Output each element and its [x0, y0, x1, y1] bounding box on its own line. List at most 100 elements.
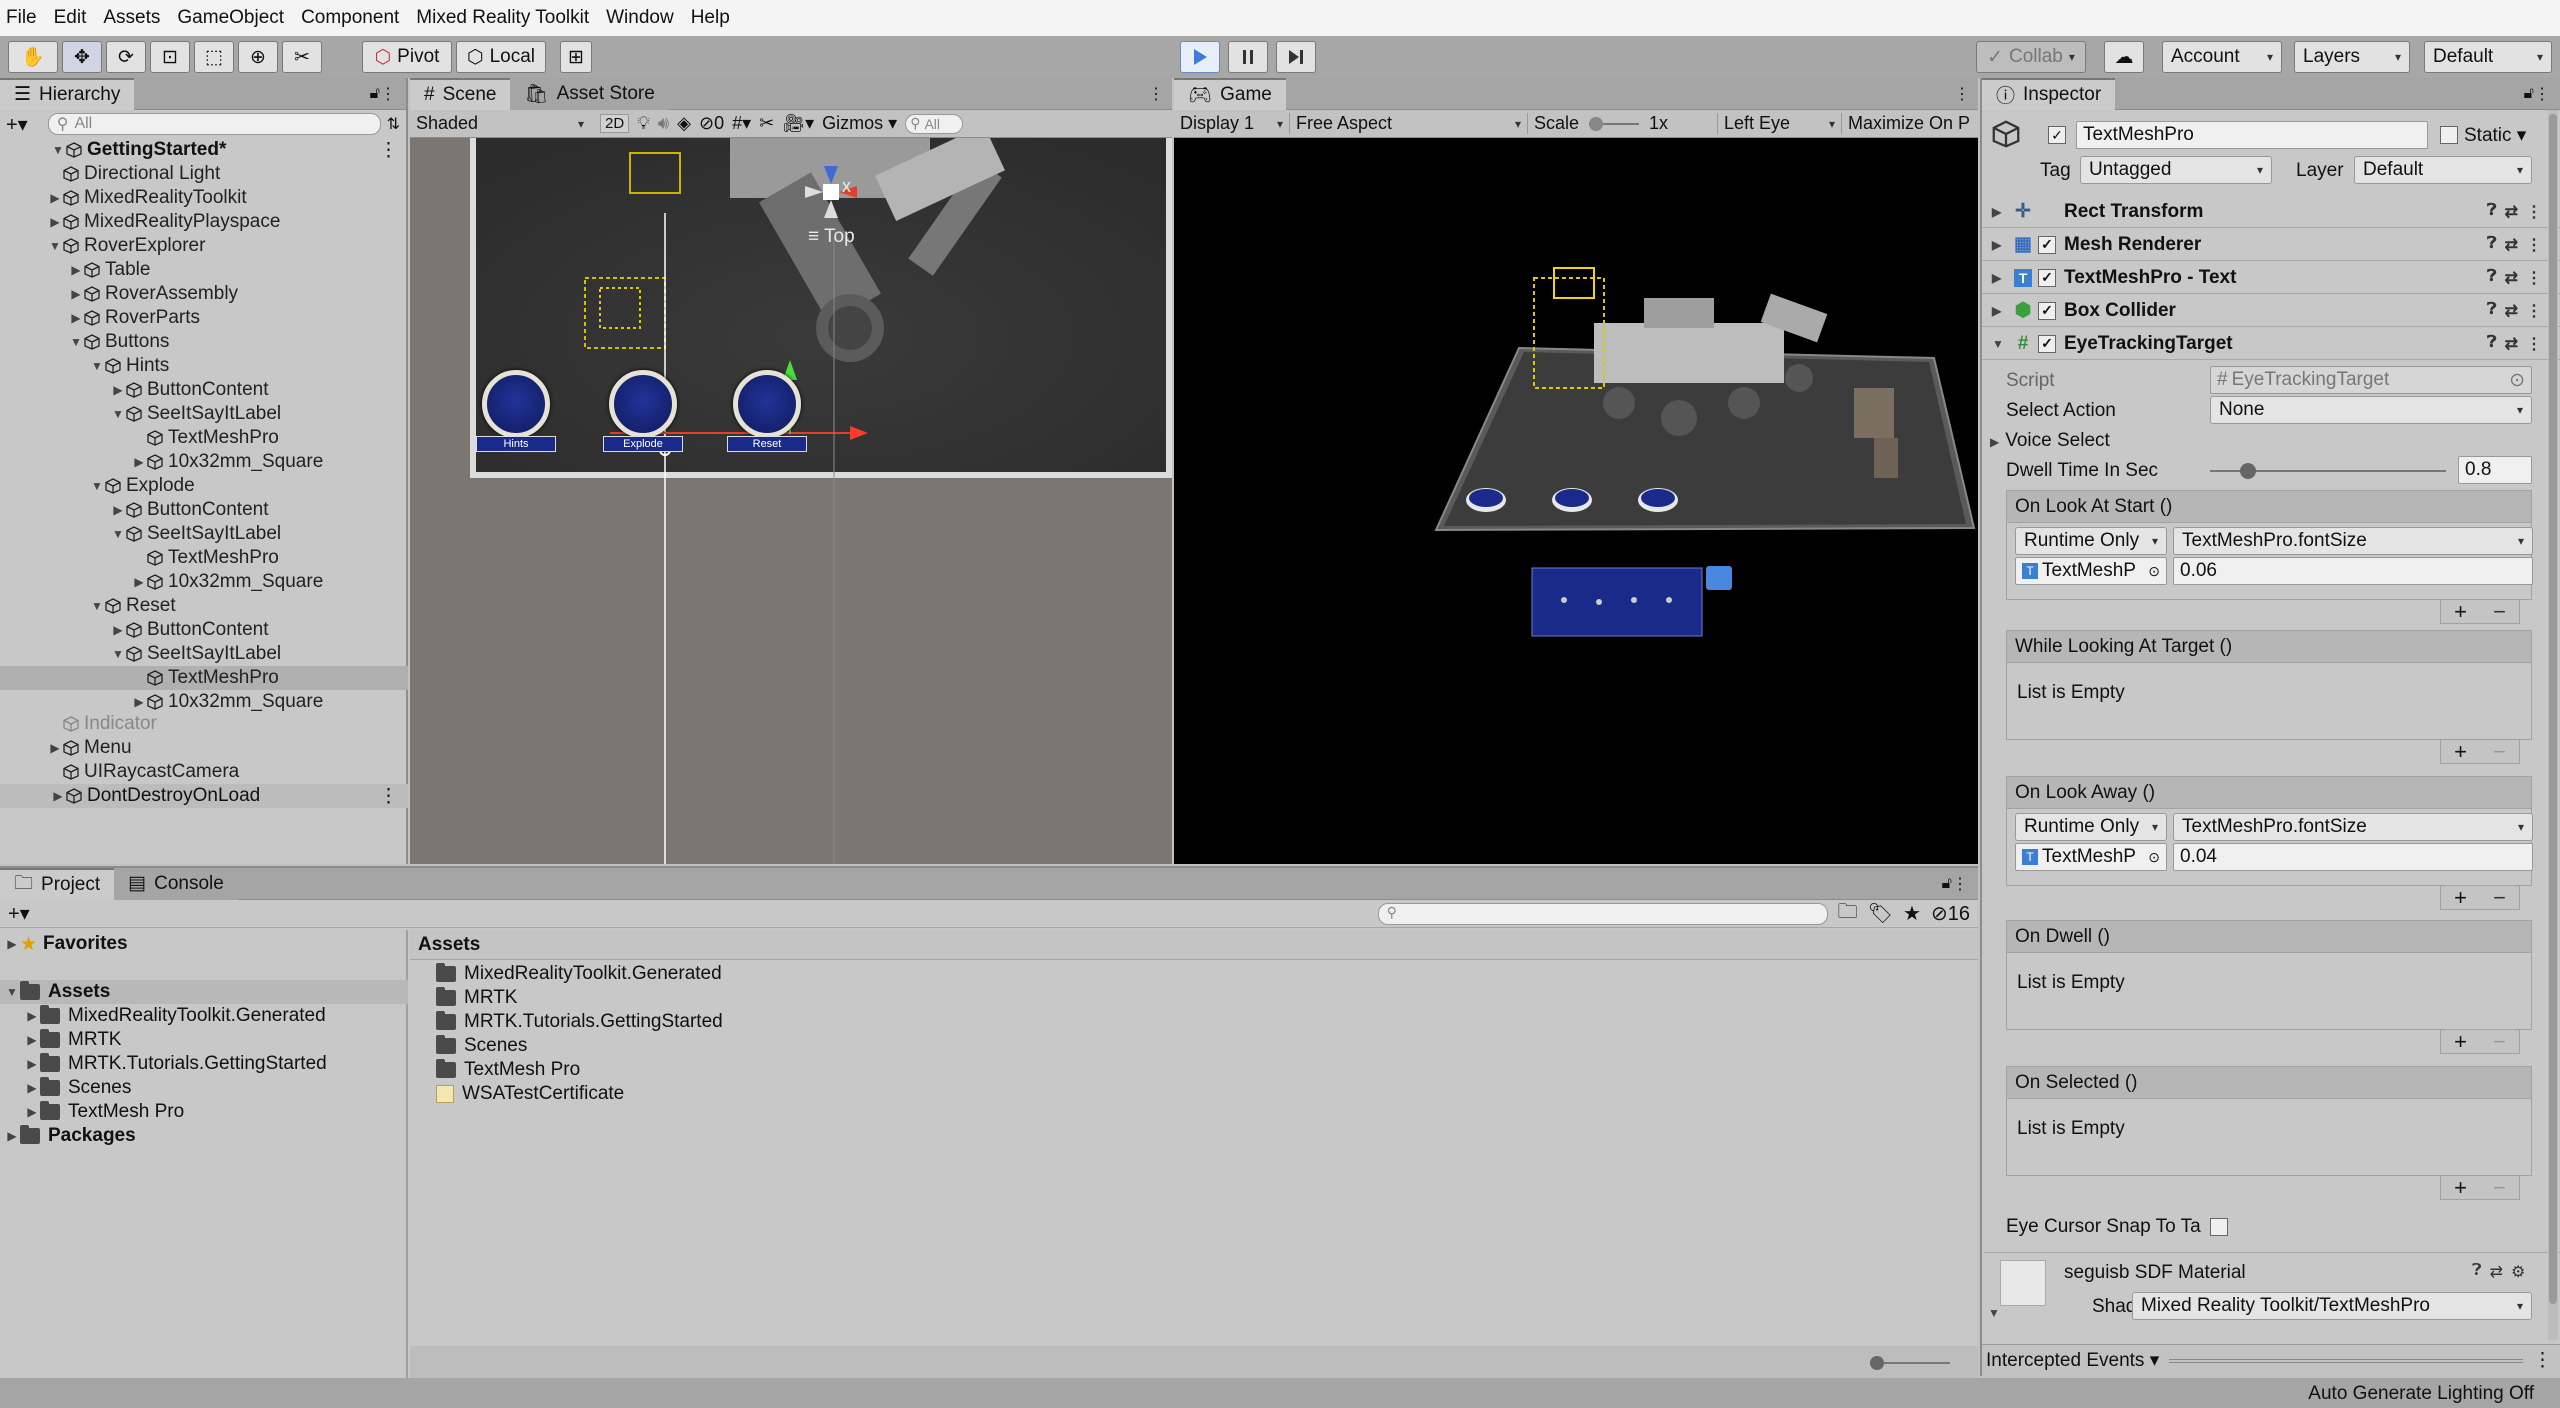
scale-thumb[interactable] — [1589, 116, 1604, 131]
project-folder[interactable]: ▶ MixedRealityToolkit.Generated — [0, 1004, 408, 1028]
hierarchy-item[interactable]: Directional Light — [0, 162, 408, 186]
add-listener-icon[interactable]: + — [2454, 1029, 2467, 1055]
hierarchy-item[interactable]: ▶ Table — [0, 258, 408, 282]
component-enabled-checkbox[interactable]: ✓ — [2038, 268, 2056, 287]
static-dropdown[interactable]: Static ▾ — [2464, 124, 2526, 147]
tab-inspector[interactable]: ⓘ Inspector — [1982, 77, 2116, 110]
hierarchy-item[interactable]: ▼ SeeItSayItLabel — [0, 402, 408, 426]
scale-tool-icon[interactable]: ⊡ — [150, 41, 190, 73]
kebab-icon[interactable]: ⋮ — [2526, 268, 2542, 288]
expand-arrow-icon[interactable]: ▼ — [68, 335, 84, 349]
hierarchy-item[interactable]: UIRaycastCamera — [0, 760, 408, 784]
project-search[interactable]: ⚲ — [1377, 902, 1828, 925]
play-button[interactable] — [1180, 41, 1220, 73]
hierarchy-item[interactable]: ▼ Reset — [0, 594, 408, 618]
component-header[interactable]: ▶ ⬢ ✓ Box Collider ❓︎ ⇄ ⋮ — [1982, 295, 2560, 327]
scrollbar-thumb[interactable] — [2549, 114, 2557, 1304]
hierarchy-item[interactable]: ▶ ButtonContent — [0, 378, 408, 402]
object-name-field[interactable]: TextMeshPro — [2076, 121, 2428, 149]
kebab-icon[interactable]: ⋮ — [2526, 235, 2542, 255]
remove-listener-icon[interactable]: − — [2493, 599, 2506, 625]
event-function-dropdown[interactable]: TextMeshPro.fontSize ▾ — [2173, 813, 2533, 841]
label-icon[interactable]: 🏷︎ — [1868, 901, 1893, 926]
component-header[interactable]: ▶ T ✓ TextMeshPro - Text ❓︎ ⇄ ⋮ — [1982, 262, 2560, 294]
hierarchy-search[interactable]: ⚲ All — [47, 113, 381, 135]
hierarchy-item[interactable]: ▶ MixedRealityPlayspace — [0, 210, 408, 234]
hidden-packages-icon[interactable]: ⊘16 — [1931, 901, 1970, 926]
preset-icon[interactable]: ⇄ — [2505, 301, 2518, 321]
menu-item-file[interactable]: File — [6, 7, 37, 29]
expand-arrow-icon[interactable]: ▼ — [4, 985, 20, 999]
menu-item-assets[interactable]: Assets — [103, 7, 160, 29]
menu-item-window[interactable]: Window — [606, 7, 674, 29]
menu-item-component[interactable]: Component — [301, 7, 399, 29]
collab-dropdown[interactable]: ✓ Collab ▾ — [1976, 41, 2086, 73]
dwell-slider[interactable] — [2210, 463, 2446, 479]
lock-icon[interactable]: 🔓︎ — [1942, 875, 1952, 893]
audio-icon[interactable]: 🔊︎ — [658, 113, 669, 134]
dwell-field[interactable]: 0.8 — [2458, 456, 2532, 484]
hierarchy-item[interactable]: Indicator — [0, 712, 408, 736]
rotate-tool-icon[interactable]: ⟳ — [106, 41, 146, 73]
event-value-field[interactable]: 0.06 — [2173, 557, 2533, 585]
layers-dropdown[interactable]: Layers ▾ — [2294, 41, 2410, 73]
preset-icon[interactable]: ⇄ — [2505, 268, 2518, 288]
target-icon[interactable]: ⊙ — [2148, 563, 2160, 580]
menu-item-gameobject[interactable]: GameObject — [177, 7, 284, 29]
lighting-icon[interactable]: 💡︎ — [637, 113, 650, 134]
component-enabled-checkbox[interactable]: ✓ — [2038, 235, 2056, 254]
favorites-row[interactable]: ▶ ★ Favorites — [0, 932, 408, 956]
star-icon[interactable]: ★ — [1903, 901, 1921, 926]
account-dropdown[interactable]: Account ▾ — [2162, 41, 2282, 73]
static-checkbox[interactable] — [2440, 126, 2458, 144]
scene-button-explode[interactable] — [609, 370, 677, 438]
aspect-dropdown[interactable]: Free Aspect ▾ — [1290, 113, 1528, 134]
transform-tool-icon[interactable]: ⊕ — [238, 41, 278, 73]
kebab-icon[interactable]: ⋮ — [379, 785, 398, 808]
project-file[interactable]: MRTK — [436, 986, 844, 1010]
custom-tool-icon[interactable]: ✂ — [282, 41, 322, 73]
expand-arrow-icon[interactable]: ▶ — [1992, 304, 2008, 318]
tab-project[interactable]: 🗀 Project — [0, 867, 115, 900]
help-icon[interactable]: ❓︎ — [2487, 334, 2497, 354]
game-viewport[interactable] — [1174, 138, 1978, 864]
dwell-slider-thumb[interactable] — [2239, 463, 2256, 479]
add-listener-icon[interactable]: + — [2454, 739, 2467, 765]
expand-arrow-icon[interactable]: ▼ — [47, 239, 63, 253]
expand-arrow-icon[interactable]: ▶ — [24, 1081, 40, 1095]
add-icon[interactable]: +▾ — [8, 901, 30, 926]
event-runtime-dropdown[interactable]: Runtime Only ▾ — [2015, 527, 2167, 555]
eye-cursor-checkbox[interactable] — [2210, 1218, 2228, 1236]
grid-toggle-icon[interactable]: #▾ — [732, 113, 751, 134]
preset-icon[interactable]: ⇄ — [2490, 1262, 2503, 1282]
intercepted-events-dropdown[interactable]: Intercepted Events ▾ — [1986, 1349, 2159, 1372]
icon-size-slider[interactable] — [1870, 1356, 1950, 1370]
hierarchy-dontdestroy-row[interactable]: ▶ DontDestroyOnLoad ⋮ — [0, 784, 408, 808]
hierarchy-item[interactable]: ▶ 10x32mm_Square — [0, 570, 408, 594]
hierarchy-item[interactable]: ▶ MixedRealityToolkit — [0, 186, 408, 210]
expand-arrow-icon[interactable]: ▼ — [89, 599, 105, 613]
pivot-toggle[interactable]: ⬡ Pivot — [362, 41, 452, 73]
event-object-field[interactable]: T TextMeshP ⊙ — [2015, 557, 2167, 585]
hand-tool-icon[interactable]: ✋ — [8, 41, 58, 73]
add-listener-icon[interactable]: + — [2454, 885, 2467, 911]
help-icon[interactable]: ❓︎ — [2487, 301, 2497, 321]
project-folder[interactable]: ▶ MRTK.Tutorials.GettingStarted — [0, 1052, 408, 1076]
hierarchy-item[interactable]: ▶ Menu — [0, 736, 408, 760]
layer-dropdown[interactable]: Default ▾ — [2354, 156, 2532, 184]
scene-button-reset[interactable] — [733, 370, 801, 438]
tab-hierarchy[interactable]: ☰ Hierarchy — [0, 77, 135, 110]
project-folder[interactable]: ▶ Scenes — [0, 1076, 408, 1100]
expand-arrow-icon[interactable]: ▶ — [4, 937, 20, 951]
hierarchy-scene-row[interactable]: ▼ GettingStarted* ⋮ — [0, 138, 408, 162]
project-folder[interactable]: ▶ MRTK — [0, 1028, 408, 1052]
expand-arrow-icon[interactable]: ▶ — [47, 215, 63, 229]
hierarchy-item[interactable]: ▶ ButtonContent — [0, 618, 408, 642]
help-icon[interactable]: ❓︎ — [2487, 268, 2497, 288]
tools-icon[interactable]: ✂ — [759, 113, 774, 134]
kebab-icon[interactable]: ⋮ — [1952, 874, 1968, 894]
kebab-icon[interactable]: ⋮ — [2534, 84, 2550, 104]
expand-arrow-icon[interactable]: ▼ — [110, 407, 126, 421]
expand-arrow-icon[interactable]: ▶ — [68, 311, 84, 325]
splitter[interactable] — [2169, 1358, 2523, 1363]
